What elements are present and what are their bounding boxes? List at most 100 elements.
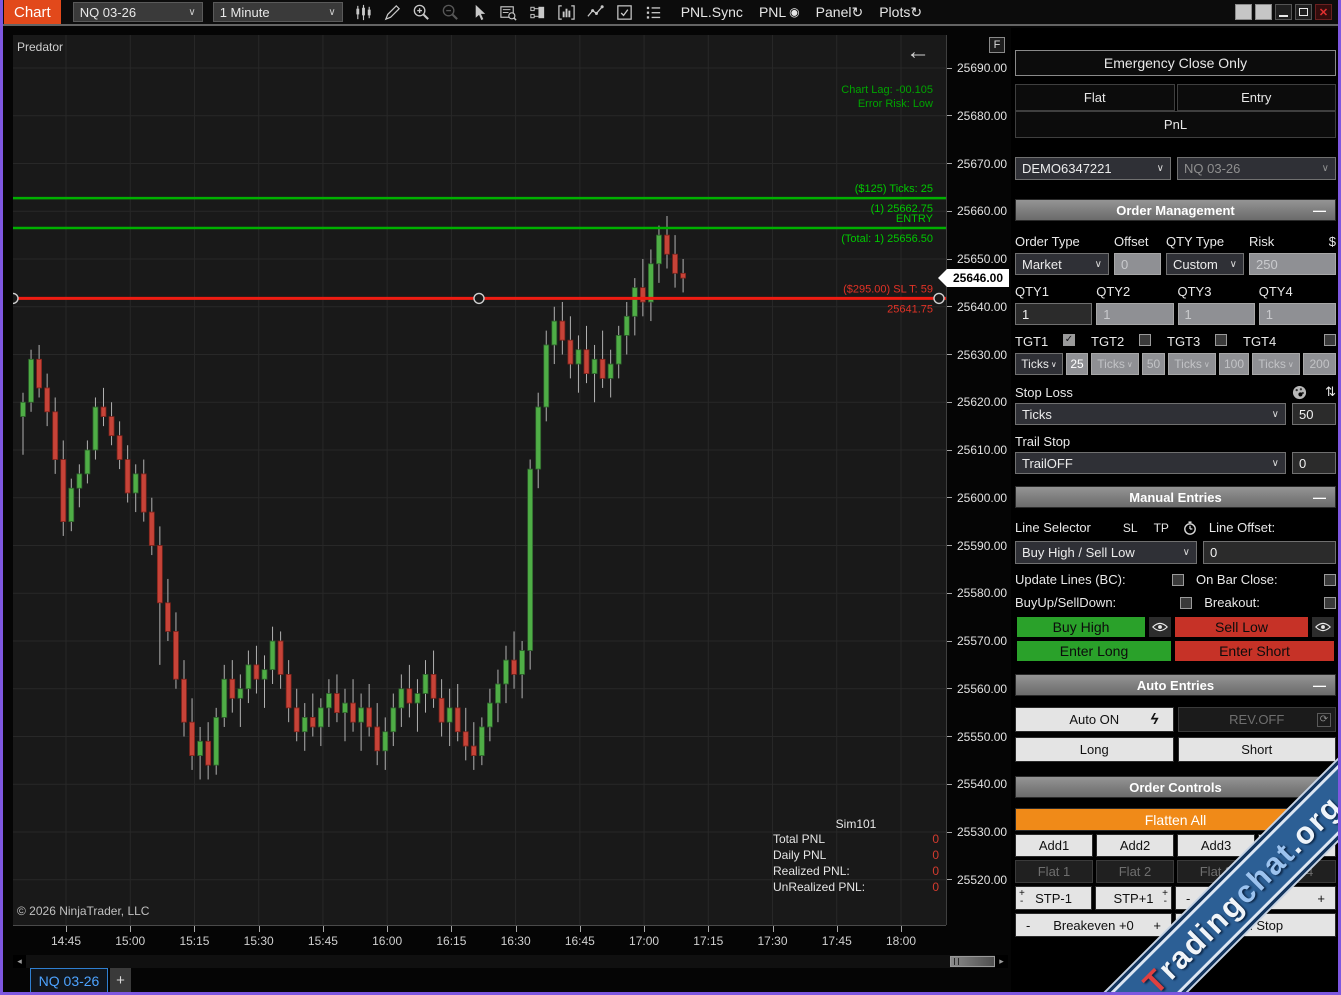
- instrument-select-panel[interactable]: NQ 03-26∨: [1177, 157, 1336, 180]
- tgt3-unit-select[interactable]: Ticks∨: [1168, 353, 1216, 375]
- update-lines-checkbox[interactable]: [1172, 574, 1184, 586]
- qty3-input[interactable]: 1: [1178, 303, 1255, 325]
- properties-icon[interactable]: [614, 1, 636, 23]
- add2-button[interactable]: Add2: [1096, 834, 1174, 857]
- sell-low-eye-button[interactable]: [1310, 615, 1336, 639]
- tgt2-value[interactable]: 50: [1142, 353, 1165, 375]
- qty-type-select[interactable]: Custom∨: [1166, 253, 1244, 275]
- horizontal-scrollbar[interactable]: ◂ ▸: [13, 955, 1008, 968]
- sell-low-button[interactable]: Sell Low: [1173, 615, 1310, 639]
- on-bar-close-checkbox[interactable]: [1324, 574, 1336, 586]
- price-axis[interactable]: F 25690.0025680.0025670.0025660.0025650.…: [946, 35, 1008, 925]
- stp-plus-button[interactable]: +STP+1-: [1095, 886, 1172, 910]
- rev-off-button[interactable]: REV.OFF⟳: [1178, 707, 1337, 732]
- emergency-close-button[interactable]: Emergency Close Only: [1015, 50, 1336, 76]
- auto-short-button[interactable]: Short: [1178, 737, 1337, 762]
- order-type-select[interactable]: Market∨: [1015, 253, 1109, 275]
- stop-loss-value-input[interactable]: 50: [1292, 403, 1336, 425]
- pnl-toggle-button[interactable]: PNL◉: [759, 4, 800, 20]
- back-arrow-icon[interactable]: ←: [906, 40, 930, 64]
- add-tab-button[interactable]: +: [110, 968, 131, 993]
- qty1-input[interactable]: 1: [1015, 303, 1092, 325]
- order-management-header[interactable]: Order Management—: [1015, 199, 1336, 221]
- buy-high-eye-button[interactable]: [1147, 615, 1173, 639]
- tgt4-checkbox[interactable]: [1324, 334, 1336, 346]
- trail-stop-button[interactable]: Trail Stop: [1175, 913, 1336, 937]
- trail-stop-select[interactable]: TrailOFF∨: [1015, 452, 1286, 474]
- offset-input[interactable]: 0: [1114, 253, 1161, 275]
- buyup-selldown-checkbox[interactable]: [1180, 597, 1192, 609]
- cursor-icon[interactable]: [469, 1, 491, 23]
- breakout-checkbox[interactable]: [1324, 597, 1336, 609]
- interval-select[interactable]: 1 Minute ∨: [213, 2, 343, 22]
- close-button[interactable]: ✕: [1315, 4, 1332, 20]
- list-icon[interactable]: [643, 1, 665, 23]
- auto-entries-header[interactable]: Auto Entries—: [1015, 674, 1336, 696]
- tgt2-unit-select[interactable]: Ticks∨: [1091, 353, 1139, 375]
- tgt3-checkbox[interactable]: [1215, 334, 1227, 346]
- stp-minus-button[interactable]: +STP-1-: [1015, 886, 1092, 910]
- manual-entries-header[interactable]: Manual Entries—: [1015, 486, 1336, 508]
- tgt4-unit-select[interactable]: Ticks∨: [1252, 353, 1300, 375]
- flatten-all-button[interactable]: Flatten All: [1015, 808, 1336, 831]
- tgt1-checkbox[interactable]: ✓: [1063, 334, 1075, 346]
- chart-style-icon[interactable]: [353, 1, 375, 23]
- strategies-icon[interactable]: [585, 1, 607, 23]
- scroll-left-icon[interactable]: ◂: [13, 955, 26, 968]
- scrollbar-thumb[interactable]: [950, 956, 995, 967]
- clock-icon[interactable]: [1183, 521, 1197, 535]
- line-offset-input[interactable]: 0: [1203, 541, 1336, 564]
- trail-stop-value-input[interactable]: 0: [1292, 452, 1336, 474]
- workspace-icon[interactable]: [1255, 4, 1272, 20]
- panel-reload-button[interactable]: Panel↻: [816, 4, 864, 21]
- time-axis[interactable]: 14:4515:0015:1515:3015:4516:0016:1516:30…: [13, 925, 946, 953]
- data-box-icon[interactable]: [498, 1, 520, 23]
- chart-window-tab[interactable]: Chart: [4, 0, 61, 24]
- add4-button[interactable]: Add4: [1258, 834, 1336, 857]
- maximize-button[interactable]: [1295, 4, 1312, 20]
- plots-reload-button[interactable]: Plots↻: [879, 4, 922, 21]
- auto-long-button[interactable]: Long: [1015, 737, 1174, 762]
- enter-short-button[interactable]: Enter Short: [1173, 639, 1336, 663]
- draw-icon[interactable]: [382, 1, 404, 23]
- entry-tab[interactable]: Entry: [1177, 84, 1337, 111]
- tgt1-value[interactable]: 25: [1066, 353, 1088, 375]
- palette-icon[interactable]: [1292, 385, 1307, 400]
- price-chart[interactable]: ($125) Ticks: 25(1) 25662.75ENTRY(Total:…: [13, 35, 946, 925]
- line-selector-select[interactable]: Buy High / Sell Low∨: [1015, 541, 1197, 564]
- minimize-button[interactable]: [1275, 4, 1292, 20]
- add1-button[interactable]: Add1: [1015, 834, 1093, 857]
- breakeven-button[interactable]: -Breakeven +0+: [1015, 913, 1172, 937]
- workspace-icon[interactable]: [1235, 4, 1252, 20]
- line-handle[interactable]: [13, 293, 18, 303]
- indicators-icon[interactable]: [527, 1, 549, 23]
- chart-trader-icon[interactable]: [556, 1, 578, 23]
- risk-input[interactable]: 250: [1249, 253, 1336, 275]
- tgt3-value[interactable]: 100: [1219, 353, 1249, 375]
- flat-tab[interactable]: Flat: [1015, 84, 1175, 111]
- stop-adjust-button[interactable]: -STOP+: [1175, 886, 1336, 910]
- flat4-button[interactable]: Flat 4: [1258, 860, 1336, 883]
- flat2-button[interactable]: Flat 2: [1096, 860, 1174, 883]
- tab-nq-03-26[interactable]: NQ 03-26: [30, 968, 108, 993]
- tgt1-unit-select[interactable]: Ticks∨: [1015, 353, 1063, 375]
- instrument-select[interactable]: NQ 03-26 ∨: [73, 2, 203, 22]
- line-handle[interactable]: [474, 293, 484, 303]
- stop-loss-select[interactable]: Ticks∨: [1015, 403, 1286, 425]
- tgt2-checkbox[interactable]: [1139, 334, 1151, 346]
- focus-button[interactable]: F: [989, 37, 1005, 53]
- qty4-input[interactable]: 1: [1259, 303, 1336, 325]
- updown-icon[interactable]: ⇅: [1325, 384, 1336, 400]
- tgt4-value[interactable]: 200: [1303, 353, 1336, 375]
- pnl-tab[interactable]: PnL: [1015, 111, 1336, 138]
- account-select[interactable]: DEMO6347221∨: [1015, 157, 1171, 180]
- add3-button[interactable]: Add3: [1177, 834, 1255, 857]
- zoom-out-icon[interactable]: [440, 1, 462, 23]
- flat1-button[interactable]: Flat 1: [1015, 860, 1093, 883]
- zoom-in-icon[interactable]: [411, 1, 433, 23]
- order-controls-header[interactable]: Order Controls—: [1015, 776, 1336, 798]
- flat3-button[interactable]: Flat 3: [1177, 860, 1255, 883]
- scroll-right-icon[interactable]: ▸: [995, 955, 1008, 968]
- auto-on-button[interactable]: Auto ONϟ: [1015, 707, 1174, 732]
- buy-high-button[interactable]: Buy High: [1015, 615, 1147, 639]
